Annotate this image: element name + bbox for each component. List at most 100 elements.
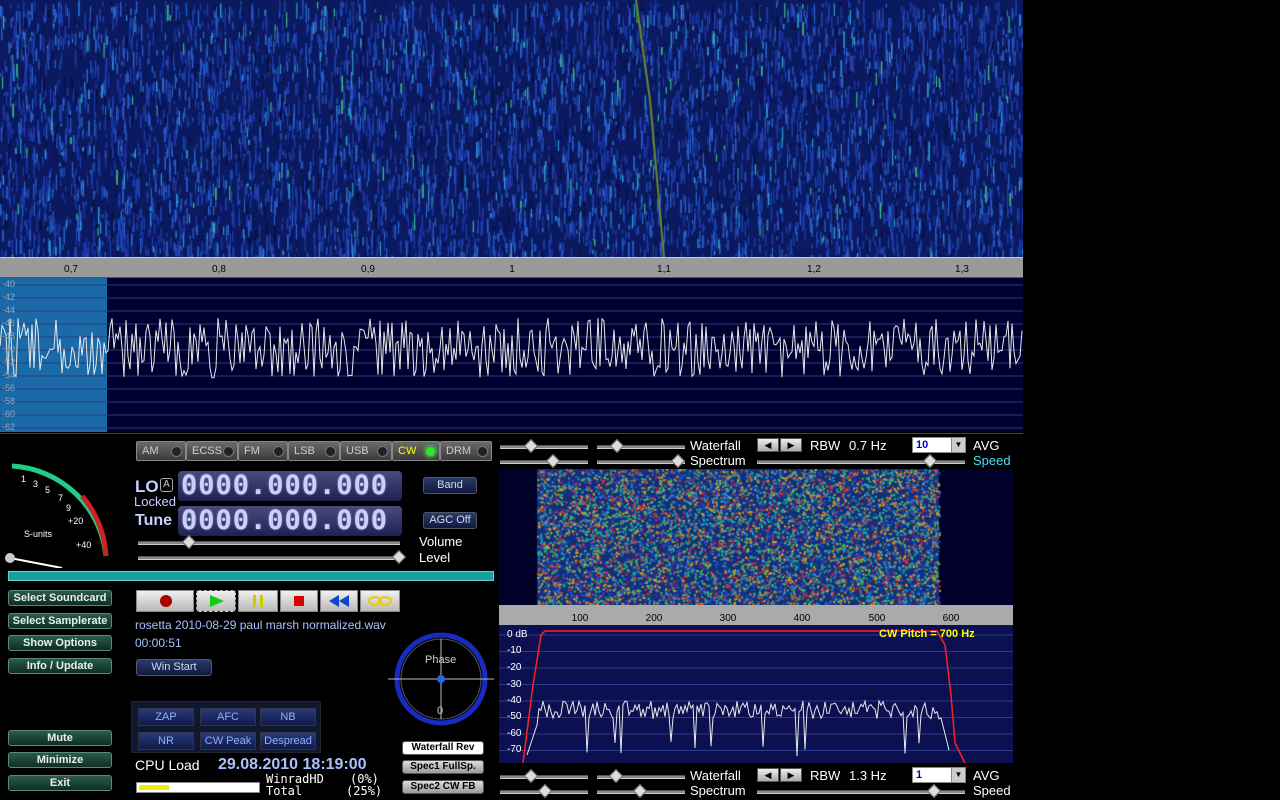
mode-fm[interactable]: FM xyxy=(238,441,288,461)
avg-label-2: AVG xyxy=(973,768,1000,783)
position-bar[interactable] xyxy=(8,571,494,581)
db-label: -50 xyxy=(507,711,522,722)
rbw-left-button[interactable]: ◀ xyxy=(757,438,779,452)
axis-tick: 600 xyxy=(942,613,960,624)
waterfall-brightness-slider-2[interactable] xyxy=(597,768,685,784)
pause-button[interactable] xyxy=(238,590,278,612)
mode-usb-label: USB xyxy=(346,445,369,457)
agc-button[interactable]: AGC Off xyxy=(423,512,477,529)
avg-value: 1 xyxy=(916,769,923,781)
nb-button[interactable]: NB xyxy=(260,708,316,726)
rbw-left-button-2[interactable]: ◀ xyxy=(757,768,779,782)
level-slider[interactable] xyxy=(138,549,407,565)
db-label: -40 xyxy=(2,279,16,289)
win-start-button[interactable]: Win Start xyxy=(136,659,212,676)
lo-badge[interactable]: A xyxy=(160,478,173,492)
waterfall-contrast-slider[interactable] xyxy=(500,438,588,454)
total-pct: (25%) xyxy=(346,784,383,798)
loop-button[interactable] xyxy=(360,590,400,612)
db-label: -54 xyxy=(2,370,16,380)
db-label: -58 xyxy=(2,396,16,406)
show-options-button[interactable]: Show Options xyxy=(8,635,112,651)
band-button[interactable]: Band xyxy=(423,477,477,494)
led-icon xyxy=(377,446,388,457)
spectrum-contrast-slider-2[interactable] xyxy=(500,783,588,799)
spectrum-brightness-slider-2[interactable] xyxy=(597,783,685,799)
mode-cw[interactable]: CW xyxy=(392,441,440,461)
select-samplerate-button[interactable]: Select Samplerate xyxy=(8,613,112,629)
avg-select[interactable]: 10 ▼ xyxy=(912,437,966,453)
axis-tick: 100 xyxy=(571,613,589,624)
main-spectrum[interactable]: -40 -42 -44 -46 -48 -50 -52 -54 -56 -58 … xyxy=(0,278,1023,432)
audio-spectrum[interactable]: 0 dB -10 -20 -30 -40 -50 -60 -70 CW Pitc… xyxy=(499,625,1013,763)
rbw-right-button-2[interactable]: ▶ xyxy=(780,768,802,782)
phase-label: Phase xyxy=(425,654,457,666)
smeter-scale-40: +40 xyxy=(76,540,92,550)
waterfall-rev-button[interactable]: Waterfall Rev xyxy=(402,741,484,755)
avg-value: 10 xyxy=(916,439,929,451)
smeter-scale-20: +20 xyxy=(68,516,84,526)
audio-frequency-axis[interactable]: 100 200 300 400 500 600 xyxy=(499,605,1013,625)
cpu-load-fill xyxy=(139,785,169,790)
speed-label: Speed xyxy=(973,453,1011,468)
db-label: -70 xyxy=(507,744,522,755)
nr-button[interactable]: NR xyxy=(138,732,194,750)
lo-status: Locked xyxy=(134,494,176,509)
cpu-load-bar xyxy=(136,782,260,793)
afc-button[interactable]: AFC xyxy=(200,708,256,726)
main-waterfall[interactable] xyxy=(0,0,1023,257)
audio-waterfall[interactable] xyxy=(499,469,1013,605)
mute-button[interactable]: Mute xyxy=(8,730,112,746)
frequency-axis[interactable]: 0,7 0,8 0,9 1 1,1 1,2 1,3 xyxy=(0,257,1023,278)
spectrum-label: Spectrum xyxy=(690,453,746,468)
spec2-button[interactable]: Spec2 CW FB xyxy=(402,780,484,794)
spec1-button[interactable]: Spec1 FullSp. xyxy=(402,760,484,774)
level-label: Level xyxy=(419,550,451,565)
mode-usb[interactable]: USB xyxy=(340,441,392,461)
rewind-button[interactable] xyxy=(320,590,358,612)
axis-tick: 500 xyxy=(868,613,886,624)
spectrum-brightness-slider[interactable] xyxy=(597,453,686,469)
pause-icon xyxy=(253,595,263,607)
speed-slider[interactable] xyxy=(757,453,965,469)
select-soundcard-button[interactable]: Select Soundcard xyxy=(8,590,112,606)
mode-ecss[interactable]: ECSS xyxy=(186,441,238,461)
stop-button[interactable] xyxy=(280,590,318,612)
despread-button[interactable]: Despread xyxy=(260,732,316,750)
mode-lsb[interactable]: LSB xyxy=(288,441,340,461)
axis-tick: 1,2 xyxy=(807,264,821,275)
mode-ecss-label: ECSS xyxy=(192,445,222,457)
rbw-right-button[interactable]: ▶ xyxy=(780,438,802,452)
mode-drm[interactable]: DRM xyxy=(440,441,492,461)
info-update-button[interactable]: Info / Update xyxy=(8,658,112,674)
minimize-button[interactable]: Minimize xyxy=(8,752,112,768)
smeter-scale-1: 1 xyxy=(21,474,27,484)
file-name: rosetta 2010-08-29 paul marsh normalized… xyxy=(135,618,386,632)
tune-frequency: 0000.000.000 xyxy=(181,505,389,536)
exit-button[interactable]: Exit xyxy=(8,775,112,791)
play-button[interactable] xyxy=(196,590,236,612)
db-label: -52 xyxy=(2,357,16,367)
db-label: -30 xyxy=(507,679,522,690)
db-label: 0 dB xyxy=(507,629,528,640)
axis-tick: 0,7 xyxy=(64,264,78,275)
cw-peak-button[interactable]: CW Peak xyxy=(200,732,256,750)
db-label: -20 xyxy=(507,662,522,673)
waterfall-contrast-slider-2[interactable] xyxy=(500,768,588,784)
mode-am[interactable]: AM xyxy=(136,441,186,461)
waterfall-brightness-slider[interactable] xyxy=(597,438,685,454)
axis-tick: 1,1 xyxy=(657,264,671,275)
smeter-scale-5: 5 xyxy=(45,485,51,495)
volume-slider[interactable] xyxy=(138,534,400,550)
chevron-down-icon: ▼ xyxy=(951,768,965,782)
mode-lsb-label: LSB xyxy=(294,445,315,457)
db-label: -60 xyxy=(507,728,522,739)
record-button[interactable] xyxy=(136,590,194,612)
db-label: -48 xyxy=(2,331,16,341)
spectrum-contrast-slider[interactable] xyxy=(500,453,588,469)
avg-select-2[interactable]: 1 ▼ xyxy=(912,767,966,783)
led-icon xyxy=(171,446,182,457)
smeter-label: S-units xyxy=(24,529,53,539)
speed-slider-2[interactable] xyxy=(757,783,965,799)
zap-button[interactable]: ZAP xyxy=(138,708,194,726)
